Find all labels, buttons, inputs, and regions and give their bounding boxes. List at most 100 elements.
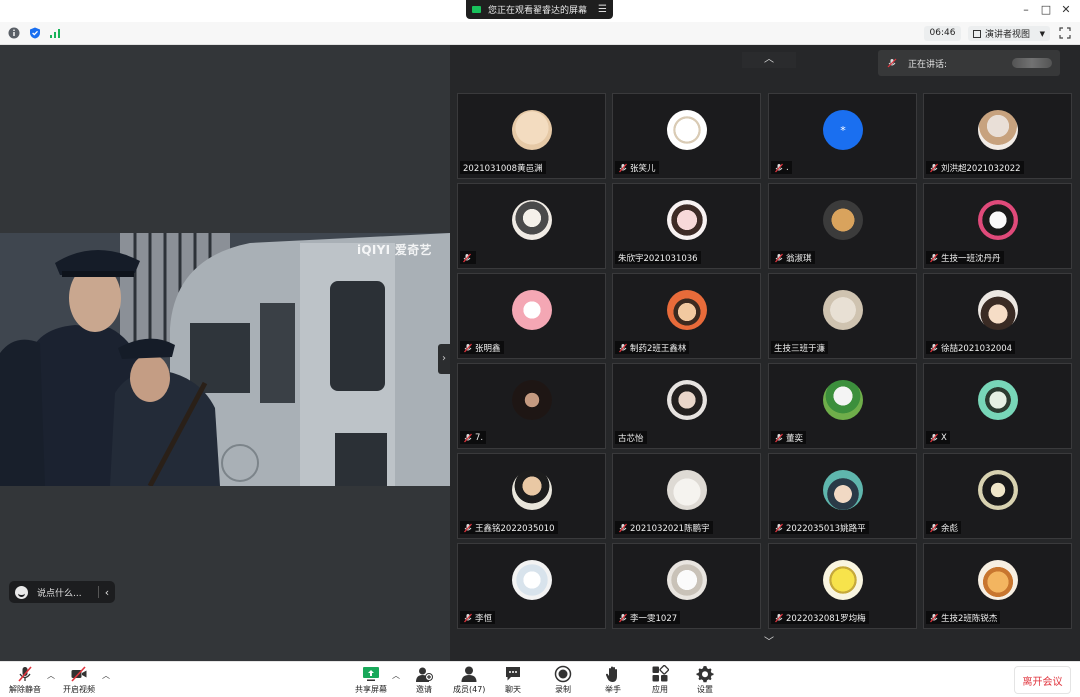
- video-options-caret-icon[interactable]: ︿: [102, 670, 110, 681]
- participant-tile[interactable]: 古芯怡: [612, 363, 761, 449]
- mic-muted-icon: [619, 163, 627, 172]
- minimize-icon[interactable]: –: [1018, 2, 1034, 18]
- raise-hand-button[interactable]: 举手: [604, 665, 622, 695]
- participant-nameplate: X: [926, 431, 950, 444]
- participant-tile[interactable]: 余彪: [923, 453, 1072, 539]
- screen-share-notice[interactable]: 您正在观看翟睿达的屏幕 ☰: [466, 0, 613, 19]
- gallery-scroll-up[interactable]: ︿: [742, 52, 796, 68]
- photo-avatar: [978, 110, 1018, 150]
- signal-strength-icon[interactable]: [49, 27, 61, 39]
- participant-tile[interactable]: 王鑫铭2022035010: [457, 453, 606, 539]
- members-icon: [461, 666, 477, 682]
- cat-avatar: [823, 290, 863, 330]
- participant-name: 王鑫铭2022035010: [475, 523, 555, 534]
- audio-options-caret-icon[interactable]: ︿: [47, 670, 55, 681]
- collapse-gallery-tab[interactable]: ›: [438, 344, 450, 374]
- meeting-toolbar: 解除静音 ︿ 开启视频 ︿ 共享屏幕 ︿ 邀请 成员(47) 聊天 录制 举手 …: [0, 661, 1080, 697]
- participant-tile[interactable]: 生技三班于濂: [768, 273, 917, 359]
- apps-label: 应用: [652, 685, 668, 694]
- settings-button[interactable]: 设置: [696, 665, 714, 695]
- mic-muted-icon: [464, 523, 472, 532]
- participant-tile[interactable]: 董奕: [768, 363, 917, 449]
- mic-muted-icon: [930, 253, 938, 262]
- participant-nameplate: 朱欣宇2021031036: [615, 251, 701, 264]
- security-shield-icon[interactable]: [29, 27, 41, 39]
- participant-tile[interactable]: 2021032021陈鹏宇: [612, 453, 761, 539]
- invite-button[interactable]: 邀请: [415, 665, 433, 695]
- participant-name: 李恒: [475, 613, 493, 624]
- share-screen-button[interactable]: 共享屏幕: [355, 665, 387, 695]
- unmute-button[interactable]: 解除静音: [9, 665, 41, 695]
- settings-label: 设置: [697, 685, 713, 694]
- mic-muted-icon: [619, 523, 627, 532]
- sketch-avatar: [667, 110, 707, 150]
- menu-icon[interactable]: ☰: [598, 4, 607, 15]
- duck-avatar: [823, 380, 863, 420]
- cartoon-boy-avatar: [667, 290, 707, 330]
- participant-name: 张明鑫: [475, 343, 501, 354]
- participant-tile[interactable]: 李一雯1027: [612, 543, 761, 629]
- camera-off-icon: [71, 666, 87, 682]
- participant-nameplate: 古芯怡: [615, 431, 647, 444]
- emoji-icon[interactable]: [15, 585, 28, 599]
- participant-tile[interactable]: 2022032081罗均梅: [768, 543, 917, 629]
- participant-tile[interactable]: 张明鑫: [457, 273, 606, 359]
- participant-tile[interactable]: 2022035013姚路平: [768, 453, 917, 539]
- start-video-button[interactable]: 开启视频: [63, 665, 95, 695]
- share-options-caret-icon[interactable]: ︿: [392, 670, 400, 681]
- participant-tile[interactable]: 2021031008黄邑渊: [457, 93, 606, 179]
- participant-name: 刘洪超2021032022: [941, 163, 1021, 174]
- record-button[interactable]: 录制: [554, 665, 572, 695]
- chat-button[interactable]: 聊天: [504, 665, 522, 695]
- participant-name: 朱欣宇2021031036: [618, 253, 698, 264]
- participant-tile[interactable]: X: [923, 363, 1072, 449]
- participant-name: 徐喆2021032004: [941, 343, 1013, 354]
- participant-name: .: [786, 162, 789, 173]
- participant-tile[interactable]: 生技一班沈丹丹: [923, 183, 1072, 269]
- info-icon[interactable]: [8, 27, 20, 39]
- participant-tile[interactable]: 张笑儿: [612, 93, 761, 179]
- maximize-icon[interactable]: □: [1038, 2, 1054, 18]
- participant-tile[interactable]: 朱欣宇2021031036: [612, 183, 761, 269]
- chat-quick-input[interactable]: 说点什么... ‹: [9, 581, 115, 603]
- participant-name: 2022035013姚路平: [786, 523, 866, 534]
- participant-tile[interactable]: 生技2班陈锐杰: [923, 543, 1072, 629]
- participant-nameplate: 制药2班王鑫林: [615, 341, 690, 354]
- participant-nameplate: 生技一班沈丹丹: [926, 251, 1004, 264]
- participant-tile[interactable]: 徐喆2021032004: [923, 273, 1072, 359]
- photo-girl-avatar: [667, 380, 707, 420]
- participant-tile[interactable]: *.: [768, 93, 917, 179]
- participant-nameplate: 翁淑琪: [771, 251, 815, 264]
- record-label: 录制: [555, 685, 571, 694]
- participant-tile[interactable]: 7.: [457, 363, 606, 449]
- screen-share-notice-text: 您正在观看翟睿达的屏幕: [488, 6, 588, 16]
- title-bar: 您正在观看翟睿达的屏幕 ☰ – □ ✕: [0, 0, 1080, 22]
- participant-nameplate: 张笑儿: [615, 161, 659, 174]
- participant-tile[interactable]: 翁淑琪: [768, 183, 917, 269]
- chevron-left-icon[interactable]: ‹: [99, 586, 115, 599]
- participant-name: 翁淑琪: [786, 253, 812, 264]
- mic-muted-icon: [930, 433, 938, 442]
- members-button[interactable]: 成员(47): [453, 665, 485, 695]
- blue-dot-avatar: *: [823, 110, 863, 150]
- participant-nameplate: 生技2班陈锐杰: [926, 611, 1001, 624]
- participant-tile[interactable]: 李恒: [457, 543, 606, 629]
- fullscreen-icon[interactable]: [1059, 27, 1071, 39]
- apps-icon: [652, 665, 669, 682]
- participant-nameplate: 刘洪超2021032022: [926, 161, 1024, 174]
- participant-nameplate: 7.: [460, 431, 487, 444]
- participant-nameplate: 2022032081罗均梅: [771, 611, 869, 624]
- leave-meeting-button[interactable]: 离开会议: [1014, 666, 1071, 694]
- chat-quick-input-placeholder: 说点什么...: [37, 588, 82, 599]
- apps-button[interactable]: 应用: [651, 665, 669, 695]
- participant-tile[interactable]: 刘洪超2021032022: [923, 93, 1072, 179]
- mic-muted-icon: [464, 613, 472, 622]
- mic-muted-icon: [18, 666, 32, 682]
- view-mode-dropdown[interactable]: 演讲者视图 ▼: [968, 26, 1050, 41]
- active-speaker-label: 正在讲话:: [908, 59, 948, 70]
- close-icon[interactable]: ✕: [1058, 2, 1074, 18]
- participant-tile[interactable]: 制药2班王鑫林: [612, 273, 761, 359]
- gallery-scroll-down[interactable]: ﹀: [742, 636, 796, 650]
- mic-muted-icon: [775, 523, 783, 532]
- participant-tile[interactable]: [457, 183, 606, 269]
